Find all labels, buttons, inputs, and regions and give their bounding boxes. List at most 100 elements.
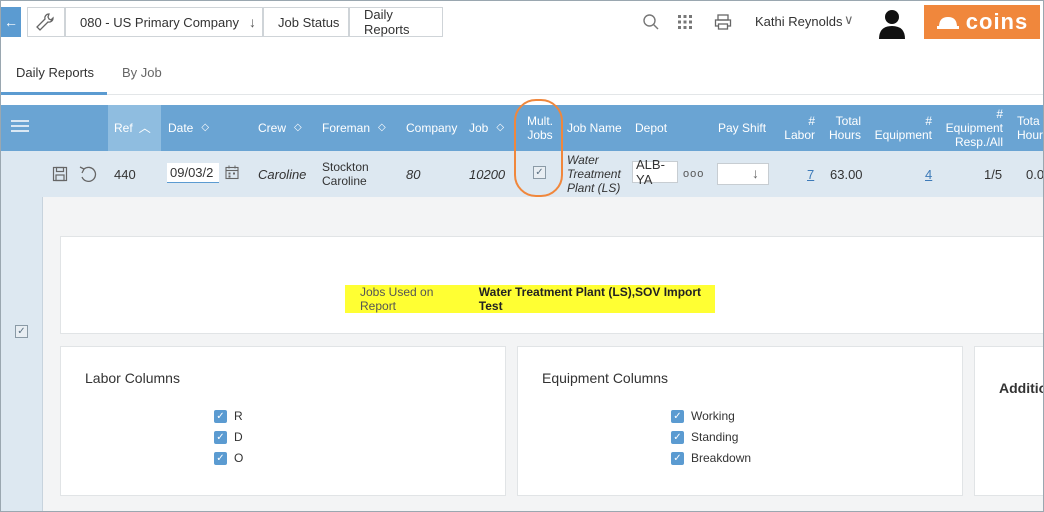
col-header-job-name[interactable]: Job Name bbox=[567, 105, 622, 151]
date-input[interactable]: 09/03/2 bbox=[167, 163, 219, 183]
labor-count[interactable]: 7 bbox=[807, 167, 814, 182]
col-header-equipment-1: # bbox=[925, 114, 932, 128]
col-header-total2-1: Tota bbox=[1017, 114, 1040, 128]
undo-icon[interactable] bbox=[78, 151, 98, 197]
col-header-depot-label: Depot bbox=[635, 121, 668, 135]
col-header-total-hours-2[interactable]: Tota Hour bbox=[1017, 105, 1044, 151]
pay-shift-select[interactable]: ↓ bbox=[717, 163, 769, 185]
checkbox-checked-icon: ✓ bbox=[671, 430, 684, 444]
checkbox-checked-icon: ✓ bbox=[671, 451, 684, 465]
col-header-total-hours-2: Hours bbox=[828, 128, 861, 142]
equipment-option-standing[interactable]: ✓ Standing bbox=[671, 430, 738, 444]
arrow-down-icon: ↓ bbox=[752, 165, 759, 181]
labor-option-label: O bbox=[234, 451, 244, 465]
more-options-icon[interactable]: ooo bbox=[683, 151, 704, 197]
col-header-equip-resp-2: Equipment bbox=[945, 121, 1003, 135]
equipment-count[interactable]: 4 bbox=[925, 167, 932, 182]
col-header-pay-shift[interactable]: Pay Shift bbox=[718, 105, 766, 151]
col-header-date-label: Date bbox=[168, 121, 194, 135]
equipment-option-working[interactable]: ✓ Working bbox=[671, 409, 735, 423]
col-header-labor-1: # bbox=[808, 114, 815, 128]
col-header-job-name-label: Job Name bbox=[567, 121, 622, 135]
tab-bar: Daily Reports By Job bbox=[1, 51, 1043, 95]
depot-input[interactable]: ALB-YA bbox=[632, 157, 678, 187]
col-header-date[interactable]: Date ◇ bbox=[168, 105, 209, 151]
col-header-labor[interactable]: # Labor bbox=[781, 105, 815, 151]
job-name-cell: Water Treatment Plant (LS) bbox=[567, 151, 621, 197]
breadcrumb-company[interactable]: 080 - US Primary Company ↓ bbox=[65, 7, 263, 37]
col-header-total-hours-1: Total bbox=[835, 114, 861, 128]
jobs-used-label: Jobs Used on Report bbox=[360, 285, 434, 313]
print-icon[interactable] bbox=[712, 11, 734, 33]
col-header-pay-shift-label: Pay Shift bbox=[718, 121, 767, 135]
additional-columns-title: Additio bbox=[999, 380, 1044, 396]
tab-by-job[interactable]: By Job bbox=[122, 65, 162, 80]
col-header-company-label: Company bbox=[406, 121, 458, 135]
col-header-equipment[interactable]: # Equipment bbox=[873, 105, 932, 151]
wrench-icon bbox=[36, 13, 54, 31]
active-tab-indicator bbox=[1, 92, 107, 95]
labor-option-d[interactable]: ✓ D bbox=[214, 430, 243, 444]
breadcrumb-reports-label: Daily Reports bbox=[364, 7, 410, 37]
job-name-line-1: Water bbox=[567, 153, 599, 167]
user-name[interactable]: Kathi Reynolds bbox=[755, 14, 842, 29]
labor-option-r[interactable]: ✓ R bbox=[214, 409, 243, 423]
tab-daily-reports[interactable]: Daily Reports bbox=[16, 65, 94, 80]
equipment-option-breakdown[interactable]: ✓ Breakdown bbox=[671, 451, 751, 465]
sort-icon: ◇ bbox=[201, 122, 210, 133]
mult-jobs-highlight-callout bbox=[514, 99, 563, 197]
col-header-equip-resp[interactable]: # Equipment Resp./All bbox=[944, 105, 1003, 151]
arrow-down-icon: ↓ bbox=[248, 14, 256, 30]
company-cell: 80 bbox=[406, 166, 421, 182]
sort-asc-icon: ︿ bbox=[138, 121, 151, 135]
ref-cell: 440 bbox=[114, 166, 136, 182]
chevron-down-icon[interactable]: ∨ bbox=[844, 12, 854, 28]
total-hours-2-cell: 0.0 bbox=[1026, 166, 1044, 182]
wrench-tool-button[interactable] bbox=[27, 7, 65, 37]
additional-columns-card: Additio bbox=[974, 346, 1044, 496]
col-header-crew[interactable]: Crew ◇ bbox=[258, 105, 302, 151]
col-header-equip-resp-3: Resp./All bbox=[954, 135, 1003, 149]
menu-icon[interactable] bbox=[11, 119, 29, 133]
breadcrumb-status-label: Job Status bbox=[278, 14, 340, 30]
col-header-company[interactable]: Company bbox=[406, 105, 457, 151]
col-header-equip-resp-1: # bbox=[996, 107, 1003, 121]
row-detail-strip: ✓ bbox=[1, 197, 43, 511]
equipment-columns-card: Equipment Columns ✓ Working ✓ Standing ✓… bbox=[517, 346, 963, 496]
checkbox-checked-icon: ✓ bbox=[214, 451, 227, 465]
total-hours-cell: 63.00 bbox=[830, 166, 863, 182]
col-header-foreman[interactable]: Foreman ◇ bbox=[322, 105, 386, 151]
save-icon[interactable] bbox=[52, 151, 68, 197]
checkbox-checked-icon: ✓ bbox=[671, 409, 684, 423]
sort-icon: ◇ bbox=[294, 122, 302, 133]
col-header-ref[interactable]: Ref ︿ bbox=[108, 105, 161, 151]
col-header-job[interactable]: Job ◇ bbox=[469, 105, 504, 151]
labor-count-link[interactable]: 7 bbox=[807, 151, 814, 197]
equipment-count-link[interactable]: 4 bbox=[925, 151, 932, 197]
avatar[interactable] bbox=[877, 7, 907, 39]
col-header-total-hours[interactable]: Total Hours bbox=[826, 105, 861, 151]
search-icon[interactable] bbox=[640, 11, 662, 33]
checkbox-checked-icon: ✓ bbox=[214, 430, 227, 444]
equip-resp-cell: 1/5 bbox=[984, 166, 1003, 182]
calendar-icon[interactable] bbox=[225, 165, 239, 185]
hardhat-icon bbox=[936, 17, 959, 29]
sort-icon: ◇ bbox=[378, 122, 386, 133]
detail-checkbox[interactable]: ✓ bbox=[15, 325, 28, 338]
col-header-depot[interactable]: Depot bbox=[635, 105, 667, 151]
col-header-total2-2: Hour bbox=[1017, 128, 1044, 142]
foreman-line-1: Stockton bbox=[322, 160, 369, 174]
app-window: ← 080 - US Primary Company ↓ Job Status … bbox=[0, 0, 1044, 512]
coins-logo: coins bbox=[924, 5, 1040, 39]
labor-option-o[interactable]: ✓ O bbox=[214, 451, 243, 465]
equipment-option-label: Working bbox=[691, 409, 735, 423]
job-name-line-3: Plant (LS) bbox=[567, 181, 621, 195]
back-arrow-icon[interactable]: ← bbox=[1, 7, 21, 37]
col-header-equipment-2: Equipment bbox=[874, 128, 932, 142]
logo-text: coins bbox=[965, 9, 1029, 34]
breadcrumb-daily-reports[interactable]: Daily Reports bbox=[349, 7, 443, 37]
col-header-foreman-label: Foreman bbox=[322, 121, 371, 135]
breadcrumb-job-status[interactable]: Job Status bbox=[263, 7, 349, 37]
apps-grid-icon[interactable] bbox=[674, 11, 696, 33]
equipment-option-label: Standing bbox=[691, 430, 739, 444]
